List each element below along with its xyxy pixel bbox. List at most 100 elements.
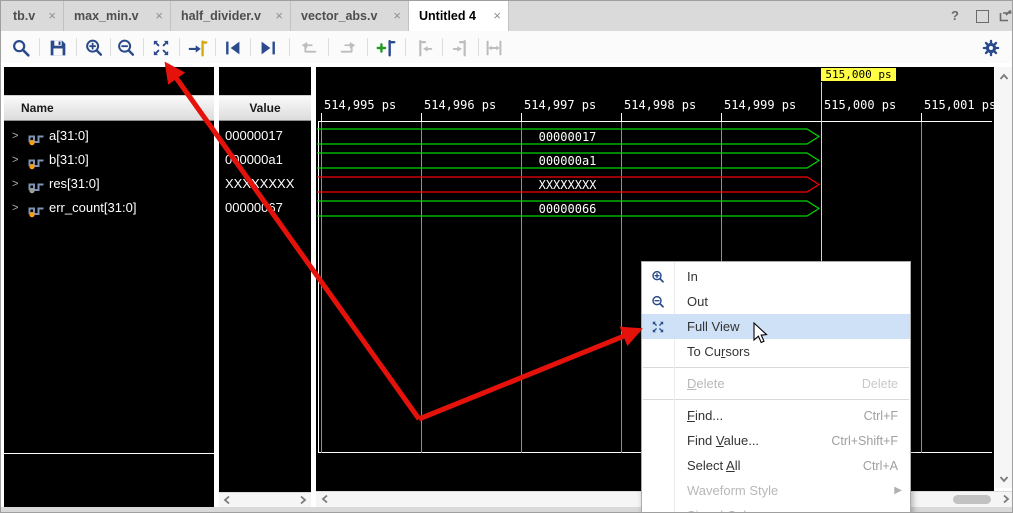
tab-vector-abs-v[interactable]: vector_abs.v× (291, 1, 409, 31)
menu-shortcut: Ctrl+Shift+F (831, 434, 910, 448)
menu-item-to-cursors[interactable]: To Cursors (642, 339, 910, 364)
zoom-in-button[interactable] (81, 35, 107, 61)
toolbar-separator (143, 38, 144, 56)
tab-label: Untitled 4 (419, 9, 476, 23)
menu-shortcut: Delete (862, 377, 910, 391)
menu-separator (643, 399, 909, 400)
bus-value-text: XXXXXXXX (316, 178, 819, 192)
menu-item-label: Out (674, 294, 910, 309)
tab-close-icon[interactable]: × (493, 1, 501, 31)
name-column-header[interactable]: Name (4, 95, 214, 121)
toolbar-separator (76, 38, 77, 56)
add-marker-button[interactable] (373, 35, 399, 61)
previous-transition-button[interactable] (220, 35, 246, 61)
menu-item-label: To Cursors (674, 344, 910, 359)
signal-row-b310[interactable]: > b[31:0] (4, 148, 214, 172)
menu-item-label: Delete (674, 376, 862, 391)
vivado-waveform-window: tb.v×max_min.v×half_divider.v×vector_abs… (0, 0, 1013, 513)
signal-value: 00000067 (225, 196, 283, 220)
zoom-in-icon (642, 269, 674, 285)
zoom-fit-icon (642, 319, 674, 335)
previous-marker-button (411, 35, 437, 61)
scroll-down-icon[interactable] (998, 473, 1010, 485)
menu-item-find-value[interactable]: Find Value...Ctrl+Shift+F (642, 428, 910, 453)
settings-gear-button[interactable] (978, 35, 1004, 61)
scroll-right-icon[interactable] (1000, 493, 1012, 505)
scroll-right-icon[interactable] (297, 494, 309, 506)
zoom-out-button[interactable] (113, 35, 139, 61)
zoom-to-cursors-button (481, 35, 507, 61)
tab-close-icon[interactable]: × (275, 1, 283, 31)
tab-close-icon[interactable]: × (393, 1, 401, 31)
menu-item-out[interactable]: Out (642, 289, 910, 314)
tab-close-icon[interactable]: × (48, 1, 56, 31)
value-column-header[interactable]: Value (219, 95, 311, 121)
signal-name: err_count[31:0] (49, 196, 136, 220)
toolbar-separator (110, 38, 111, 56)
signal-name: b[31:0] (49, 148, 89, 172)
tab-tb-v[interactable]: tb.v× (3, 1, 64, 31)
bus-value-text: 00000066 (316, 202, 819, 216)
expand-chevron-icon[interactable]: > (12, 172, 18, 196)
next-transition-button[interactable] (255, 35, 281, 61)
signal-value: 000000a1 (225, 148, 283, 172)
menu-shortcut: Ctrl+F (864, 409, 910, 423)
toolbar-separator (39, 38, 40, 56)
menu-item-label: Waveform Style (674, 483, 894, 498)
expand-chevron-icon[interactable]: > (12, 124, 18, 148)
value-horizontal-scrollbar[interactable] (219, 492, 311, 508)
tab-max-min-v[interactable]: max_min.v × (64, 1, 171, 31)
scroll-left-icon[interactable] (221, 494, 233, 506)
maximize-icon[interactable] (976, 10, 989, 23)
menu-item-select-all[interactable]: Select AllCtrl+A (642, 453, 910, 478)
menu-item-label: Full View (674, 319, 910, 334)
tab-label: half_divider.v (181, 9, 261, 23)
signal-value-panel: Value00000017000000a1XXXXXXXX00000067 (219, 67, 311, 507)
signal-row-a310[interactable]: > a[31:0] (4, 124, 214, 148)
tab-untitled-4[interactable]: Untitled 4 × (409, 1, 509, 31)
go-to-time-button[interactable] (185, 35, 211, 61)
menu-item-full-view[interactable]: Full View (642, 314, 910, 339)
scroll-left-icon[interactable] (319, 493, 331, 505)
hscroll-thumb[interactable] (953, 495, 991, 504)
signal-row-err_count310[interactable]: > err_count[31:0] (4, 196, 214, 220)
zoom-out-icon (642, 294, 674, 310)
time-cursor-value-badge: 515,000 ps (821, 68, 896, 81)
previous-edge-button (296, 35, 322, 61)
search-button[interactable] (8, 35, 34, 61)
bus-value-text: 00000017 (316, 130, 819, 144)
save-button[interactable] (45, 35, 71, 61)
toolbar-separator (442, 38, 443, 56)
help-icon[interactable]: ? (951, 1, 959, 31)
submenu-arrow-icon: ▶ (894, 485, 910, 496)
toolbar-separator (215, 38, 216, 56)
bus-signal-icon (28, 202, 45, 226)
waveform-context-menu: In Out Full View To Cursors DeleteDelete Find… (641, 261, 911, 513)
expand-chevron-icon[interactable]: > (12, 196, 18, 220)
vertical-scrollbar[interactable] (995, 67, 1013, 488)
bus-value-text: 000000a1 (316, 154, 819, 168)
signal-row-res310[interactable]: > res[31:0] (4, 172, 214, 196)
menu-item-label: In (674, 269, 910, 284)
toolbar-separator (179, 38, 180, 56)
toolbar-separator (367, 38, 368, 56)
menu-item-in[interactable]: In (642, 264, 910, 289)
menu-item-label: Signal Color (674, 508, 894, 513)
toolbar-separator (405, 38, 406, 56)
signal-name: a[31:0] (49, 124, 89, 148)
expand-chevron-icon[interactable]: > (12, 148, 18, 172)
tab-bar: tb.v×max_min.v×half_divider.v×vector_abs… (1, 1, 1012, 32)
scroll-up-icon[interactable] (998, 71, 1010, 83)
toolbar-separator (478, 38, 479, 56)
menu-item-waveform-style: Waveform Style▶ (642, 478, 910, 503)
signal-name: res[31:0] (49, 172, 100, 196)
tab-half-divider-v[interactable]: half_divider.v × (171, 1, 291, 31)
toolbar-separator (328, 38, 329, 56)
menu-item-find[interactable]: Find...Ctrl+F (642, 403, 910, 428)
toolbar-separator (250, 38, 251, 56)
tab-label: max_min.v (74, 9, 139, 23)
tab-close-icon[interactable]: × (155, 1, 163, 31)
zoom-fit-button[interactable] (148, 35, 174, 61)
menu-shortcut: Ctrl+A (863, 459, 910, 473)
menu-item-label: Find... (674, 408, 864, 423)
